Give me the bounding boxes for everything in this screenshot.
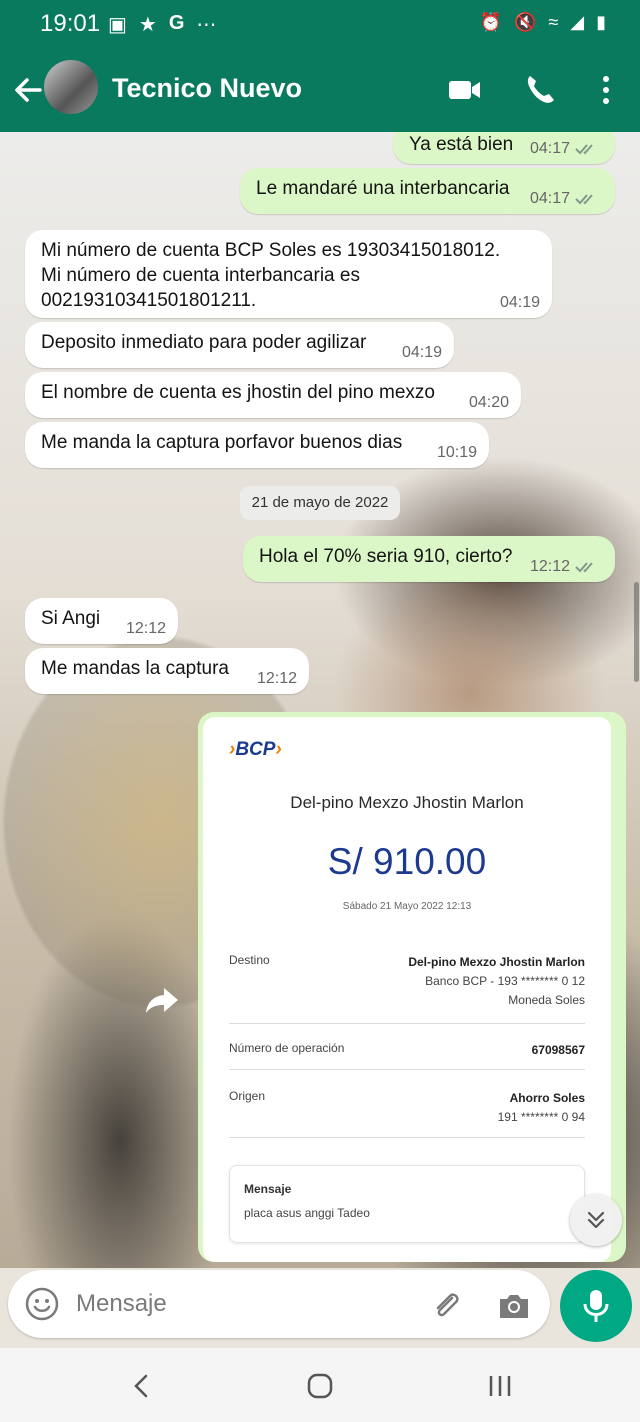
message-text: Me mandas la captura bbox=[41, 658, 229, 679]
read-receipt-icon bbox=[575, 144, 593, 155]
message-bubble[interactable]: Me mandas la captura 12:12 bbox=[25, 648, 309, 694]
scroll-to-bottom-button[interactable] bbox=[570, 1194, 622, 1246]
message-text: Le mandaré una interbancaria bbox=[256, 178, 510, 199]
message-time: 04:20 bbox=[468, 394, 509, 411]
wifi-icon: ≈ bbox=[548, 12, 559, 32]
message-bubble[interactable]: Le mandaré una interbancaria 04:17 bbox=[240, 168, 615, 214]
operacion-value: 67098567 bbox=[531, 1043, 585, 1057]
message-text: Deposito inmediato para poder agilizar bbox=[41, 332, 367, 353]
destino-name: Del-pino Mexzo Jhostin Marlon bbox=[408, 955, 585, 969]
battery-icon: ▮ bbox=[596, 12, 606, 32]
notification-icon: ★ bbox=[138, 14, 157, 36]
divider bbox=[229, 1069, 585, 1070]
message-text: Me manda la captura porfavor buenos dias bbox=[41, 432, 403, 453]
emoji-icon[interactable] bbox=[24, 1286, 60, 1322]
phone-call-icon[interactable] bbox=[522, 72, 558, 108]
message-text: Hola el 70% seria 910, cierto? bbox=[259, 546, 513, 567]
destino-bank: Banco BCP - 193 ******** 0 12 bbox=[425, 974, 585, 988]
read-receipt-icon bbox=[575, 562, 593, 573]
divider bbox=[229, 1023, 585, 1024]
camera-icon[interactable] bbox=[496, 1288, 532, 1324]
message-composer[interactable]: Mensaje bbox=[8, 1270, 550, 1338]
message-time: 12:12 bbox=[256, 670, 297, 687]
back-arrow-icon[interactable] bbox=[10, 72, 46, 108]
mensaje-value: placa asus anggi Tadeo bbox=[244, 1206, 370, 1220]
destino-label: Destino bbox=[229, 953, 270, 967]
receipt-origen-row: Origen Ahorro Soles 191 ******** 0 94 bbox=[229, 1089, 585, 1124]
chat-area[interactable]: Ya está bien 04:17 Le mandaré una interb… bbox=[0, 132, 640, 1268]
message-input[interactable]: Mensaje bbox=[76, 1290, 167, 1318]
message-time: 04:17 bbox=[529, 190, 570, 207]
receipt-beneficiary: Del-pino Mexzo Jhostin Marlon bbox=[290, 793, 524, 812]
signal-icon: ◢ bbox=[570, 12, 585, 32]
status-bar: 19:01 ▣ ★ G ⋯ ⏰ 🔇 ≈ ◢ ▮ bbox=[0, 0, 640, 48]
receipt-destino-row: Destino Del-pino Mexzo Jhostin Marlon Ba… bbox=[229, 953, 585, 1007]
message-bubble[interactable]: Ya está bien 04:17 bbox=[393, 132, 615, 164]
message-bubble[interactable]: Deposito inmediato para poder agilizar 0… bbox=[25, 322, 454, 368]
message-bubble[interactable]: Mi número de cuenta BCP Soles es 1930341… bbox=[25, 230, 552, 318]
message-time: 12:12 bbox=[125, 620, 166, 637]
status-time: 19:01 bbox=[40, 10, 101, 37]
origen-label: Origen bbox=[229, 1089, 266, 1103]
chat-header: Tecnico Nuevo bbox=[0, 48, 640, 132]
system-nav-bar bbox=[0, 1348, 640, 1422]
image-icon: ▣ bbox=[108, 14, 127, 36]
message-bubble[interactable]: Me manda la captura porfavor buenos dias… bbox=[25, 422, 489, 468]
message-time: 04:19 bbox=[401, 344, 442, 361]
message-bubble[interactable]: Hola el 70% seria 910, cierto? 12:12 bbox=[243, 536, 615, 582]
double-chevron-down-icon bbox=[587, 1211, 605, 1229]
divider bbox=[229, 1137, 585, 1138]
overflow-menu-icon[interactable] bbox=[588, 72, 624, 108]
avatar[interactable] bbox=[44, 60, 98, 114]
message-text: Mi número de cuenta BCP Soles es 1930341… bbox=[41, 240, 501, 311]
message-time: 10:19 bbox=[436, 444, 477, 461]
message-bubble[interactable]: El nombre de cuenta es jhostin del pino … bbox=[25, 372, 521, 418]
message-text: El nombre de cuenta es jhostin del pino … bbox=[41, 382, 435, 403]
message-bubble[interactable]: Si Angi 12:12 bbox=[25, 598, 178, 644]
voice-message-button[interactable] bbox=[560, 1270, 632, 1342]
destino-currency: Moneda Soles bbox=[508, 993, 585, 1007]
more-dots-icon: ⋯ bbox=[196, 14, 217, 36]
forward-icon[interactable] bbox=[142, 980, 182, 1020]
receipt-date: Sábado 21 Mayo 2022 12:13 bbox=[342, 901, 472, 912]
video-call-icon[interactable] bbox=[446, 72, 482, 108]
mensaje-label: Mensaje bbox=[244, 1182, 292, 1196]
message-time: 04:19 bbox=[499, 294, 540, 311]
origen-number: 191 ******** 0 94 bbox=[497, 1110, 585, 1124]
bank-receipt[interactable]: ›BCP› Del-pino Mexzo Jhostin Marlon S/ 9… bbox=[203, 717, 611, 1262]
mute-icon: 🔇 bbox=[513, 12, 537, 32]
attach-icon[interactable] bbox=[428, 1288, 464, 1324]
message-time: 04:17 bbox=[529, 140, 570, 157]
home-nav-icon[interactable] bbox=[302, 1368, 338, 1404]
message-text: Ya está bien bbox=[409, 134, 514, 155]
microphone-icon bbox=[583, 1290, 609, 1322]
scrollbar[interactable] bbox=[634, 582, 639, 682]
receipt-message-box: Mensaje placa asus anggi Tadeo bbox=[229, 1165, 585, 1243]
google-icon: G bbox=[168, 12, 185, 34]
origen-account: Ahorro Soles bbox=[509, 1091, 585, 1105]
message-text: Si Angi bbox=[41, 608, 101, 629]
alarm-icon: ⏰ bbox=[479, 12, 502, 32]
date-separator: 21 de mayo de 2022 bbox=[240, 486, 400, 520]
message-time: 12:12 bbox=[529, 558, 570, 575]
contact-name[interactable]: Tecnico Nuevo bbox=[112, 73, 302, 104]
operacion-label: Número de operación bbox=[229, 1041, 345, 1055]
receipt-operacion-row: Número de operación 67098567 bbox=[229, 1041, 585, 1057]
back-nav-icon[interactable] bbox=[124, 1368, 160, 1404]
read-receipt-icon bbox=[575, 194, 593, 205]
bcp-logo: ›BCP› bbox=[229, 739, 282, 760]
recents-nav-icon[interactable] bbox=[482, 1368, 518, 1404]
receipt-amount: S/ 910.00 bbox=[327, 841, 487, 882]
image-message[interactable]: ›BCP› Del-pino Mexzo Jhostin Marlon S/ 9… bbox=[198, 712, 626, 1262]
